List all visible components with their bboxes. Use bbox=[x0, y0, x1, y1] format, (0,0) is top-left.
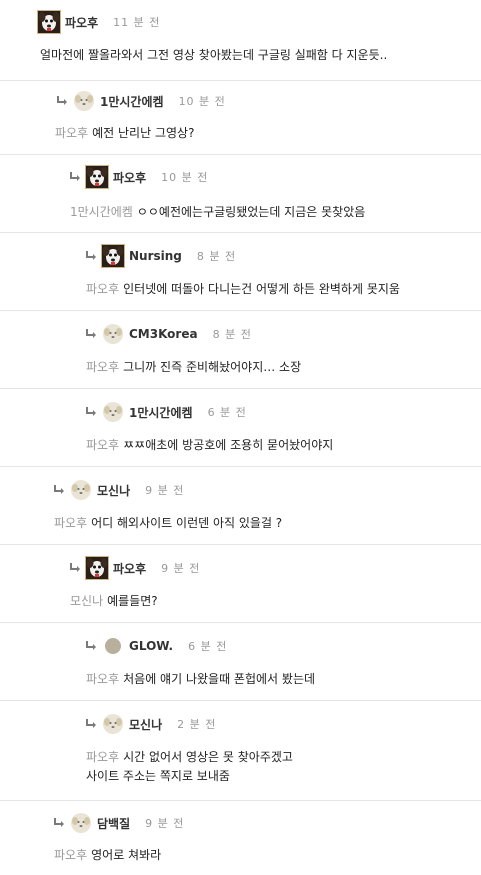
comment-text: 어디 해외사이트 이런덴 아직 있을걸 ? bbox=[91, 516, 283, 530]
reply-arrow-icon bbox=[86, 641, 96, 651]
comment: GLOW. 6 분 전 파오후 처음에 얘기 나왔을때 폰헙에서 봤는데 bbox=[0, 622, 481, 701]
comment-author[interactable]: 모신나 bbox=[97, 482, 130, 499]
mention[interactable]: 파오후 bbox=[86, 438, 119, 452]
comment-author[interactable]: 파오후 bbox=[65, 14, 98, 31]
dog-photo-avatar[interactable] bbox=[85, 556, 109, 580]
comment-time: 9 분 전 bbox=[161, 562, 201, 575]
puppy-avatar[interactable] bbox=[101, 400, 125, 424]
puppy-avatar[interactable] bbox=[101, 322, 125, 346]
comment-text: 그니까 진즉 준비해놨어야지… 소장 bbox=[123, 360, 302, 374]
mention[interactable]: 1만시간에켐 bbox=[70, 205, 133, 219]
comment: 1만시간에켐 10 분 전 파오후 예전 난리난 그영상? bbox=[0, 80, 481, 155]
comment-author[interactable]: 담백질 bbox=[97, 815, 130, 832]
reply-arrow-icon bbox=[70, 172, 80, 182]
comment-time: 6 분 전 bbox=[207, 406, 247, 419]
comment-time: 11 분 전 bbox=[113, 16, 161, 29]
comment: 파오후 9 분 전 모신나 예를들면? bbox=[0, 544, 481, 623]
comment-time: 10 분 전 bbox=[178, 95, 226, 108]
reply-arrow-icon bbox=[86, 719, 96, 729]
comment-text: 시간 없어서 영상은 못 찾아주겠고 bbox=[123, 750, 293, 764]
puppy-avatar[interactable] bbox=[69, 478, 93, 502]
comment-time: 2 분 전 bbox=[177, 718, 217, 731]
comment: 모신나 9 분 전 파오후 어디 해외사이트 이런덴 아직 있을걸 ? bbox=[0, 466, 481, 545]
comment-author[interactable]: CM3Korea bbox=[129, 327, 198, 341]
mention[interactable]: 파오후 bbox=[86, 672, 119, 686]
dog-photo-avatar[interactable] bbox=[85, 165, 109, 189]
comment: Nursing 8 분 전 파오후 인터넷에 떠돌아 다니는건 어떻게 하든 완벽… bbox=[0, 232, 481, 311]
reply-arrow-icon bbox=[86, 407, 96, 417]
dog-photo-avatar[interactable] bbox=[101, 244, 125, 268]
comment-text: 예전 난리난 그영상? bbox=[92, 126, 195, 140]
comment-author[interactable]: GLOW. bbox=[129, 639, 173, 653]
puppy-avatar[interactable] bbox=[72, 89, 96, 113]
comment-time: 6 분 전 bbox=[188, 640, 228, 653]
comment-author[interactable]: Nursing bbox=[129, 249, 182, 263]
mention[interactable]: 모신나 bbox=[70, 594, 103, 608]
reply-arrow-icon bbox=[54, 818, 64, 828]
comment-text-line2: 사이트 주소는 쪽지로 보내줌 bbox=[86, 769, 230, 783]
beige-circle-avatar[interactable] bbox=[101, 634, 125, 658]
comment: 파오후 11 분 전 얼마전에 짤올라와서 그전 영상 찾아봤는데 구글링 실패… bbox=[0, 0, 481, 80]
reply-arrow-icon bbox=[57, 96, 67, 106]
comment: CM3Korea 8 분 전 파오후 그니까 진즉 준비해놨어야지… 소장 bbox=[0, 310, 481, 389]
comment-author[interactable]: 파오후 bbox=[113, 560, 146, 577]
comment-author[interactable]: 1만시간에켐 bbox=[129, 404, 193, 421]
mention[interactable]: 파오후 bbox=[54, 848, 87, 862]
reply-arrow-icon bbox=[54, 485, 64, 495]
mention[interactable]: 파오후 bbox=[54, 516, 87, 530]
comment: 모신나 2 분 전 파오후 시간 없어서 영상은 못 찾아주겠고 사이트 주소는 … bbox=[0, 700, 481, 801]
mention[interactable]: 파오후 bbox=[86, 282, 119, 296]
puppy-avatar[interactable] bbox=[101, 712, 125, 736]
mention[interactable]: 파오후 bbox=[86, 360, 119, 374]
comment-text: 예를들면? bbox=[107, 594, 158, 608]
comment-time: 8 분 전 bbox=[212, 328, 252, 341]
comment-author[interactable]: 모신나 bbox=[129, 716, 162, 733]
comment-time: 9 분 전 bbox=[145, 817, 185, 830]
reply-arrow-icon bbox=[70, 563, 80, 573]
comment-text: ㅉㅉ애초에 방공호에 조용히 묻어놨어야지 bbox=[123, 438, 334, 452]
mention[interactable]: 파오후 bbox=[86, 750, 119, 764]
comment-text: 인터넷에 떠돌아 다니는건 어떻게 하든 완벽하게 못지움 bbox=[123, 282, 400, 296]
comment-time: 10 분 전 bbox=[161, 171, 209, 184]
comment-text: 영어로 쳐봐라 bbox=[91, 848, 162, 862]
comment-text: 처음에 얘기 나왔을때 폰헙에서 봤는데 bbox=[123, 672, 316, 686]
comment-text: ㅇㅇ예전에는구글링됐었는데 지금은 못찾았음 bbox=[136, 205, 366, 219]
reply-arrow-icon bbox=[86, 251, 96, 261]
comment-time: 9 분 전 bbox=[145, 484, 185, 497]
mention[interactable]: 파오후 bbox=[55, 126, 88, 140]
comment: 담백질 9 분 전 파오후 영어로 쳐봐라 bbox=[0, 800, 481, 875]
puppy-avatar[interactable] bbox=[69, 811, 93, 835]
comment: 파오후 10 분 전 1만시간에켐 ㅇㅇ예전에는구글링됐었는데 지금은 못찾았음 bbox=[0, 154, 481, 233]
reply-arrow-icon bbox=[86, 329, 96, 339]
comment: 1만시간에켐 6 분 전 파오후 ㅉㅉ애초에 방공호에 조용히 묻어놨어야지 bbox=[0, 388, 481, 467]
comment-text: 얼마전에 짤올라와서 그전 영상 찾아봤는데 구글링 실패함 다 지운듯.. bbox=[40, 48, 388, 62]
comment-author[interactable]: 파오후 bbox=[113, 169, 146, 186]
comment-author[interactable]: 1만시간에켐 bbox=[100, 93, 164, 110]
dog-photo-avatar[interactable] bbox=[37, 10, 61, 34]
comment-time: 8 분 전 bbox=[196, 250, 237, 263]
